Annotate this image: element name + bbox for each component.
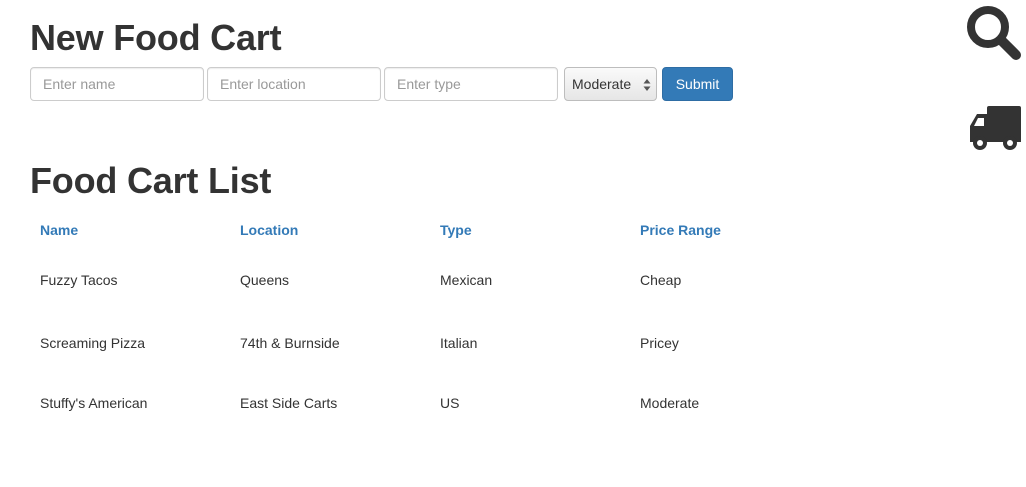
cell-type: Italian <box>440 335 478 351</box>
cart-table: Name Location Type Price Range Fuzzy Tac… <box>30 213 830 433</box>
table-header-row: Name Location Type Price Range <box>30 213 830 247</box>
select-arrows-icon <box>643 79 651 91</box>
submit-button[interactable]: Submit <box>662 67 733 101</box>
column-header-type[interactable]: Type <box>430 213 630 247</box>
price-select[interactable]: Moderate <box>564 67 657 101</box>
search-icon[interactable] <box>964 4 1022 62</box>
name-input[interactable] <box>30 67 204 101</box>
cell-name: Fuzzy Tacos <box>40 272 118 288</box>
cell-location: Queens <box>240 272 290 288</box>
column-header-price-range[interactable]: Price Range <box>630 213 830 247</box>
cell-price-range: Moderate <box>640 395 700 411</box>
table-row: Fuzzy Tacos Queens Mexican Cheap <box>30 247 830 313</box>
new-cart-form: Moderate Submit <box>30 67 733 101</box>
price-select-value: Moderate <box>572 76 632 92</box>
cart-list-title: Food Cart List <box>30 160 272 201</box>
location-input[interactable] <box>207 67 381 101</box>
truck-icon[interactable] <box>968 104 1022 152</box>
cell-price-range: Pricey <box>640 335 679 351</box>
type-input[interactable] <box>384 67 558 101</box>
cell-name: Screaming Pizza <box>40 335 146 351</box>
cell-location: 74th & Burnside <box>240 335 340 351</box>
table-row: Screaming Pizza 74th & Burnside Italian … <box>30 313 830 373</box>
cell-type: Mexican <box>440 272 493 288</box>
new-cart-title: New Food Cart <box>30 17 282 58</box>
cell-price-range: Cheap <box>640 272 682 288</box>
cell-location: East Side Carts <box>240 395 338 411</box>
table-row: Stuffy's American East Side Carts US Mod… <box>30 373 830 433</box>
column-header-name[interactable]: Name <box>30 213 230 247</box>
cell-type: US <box>440 395 460 411</box>
cell-name: Stuffy's American <box>40 395 148 411</box>
column-header-location[interactable]: Location <box>230 213 430 247</box>
